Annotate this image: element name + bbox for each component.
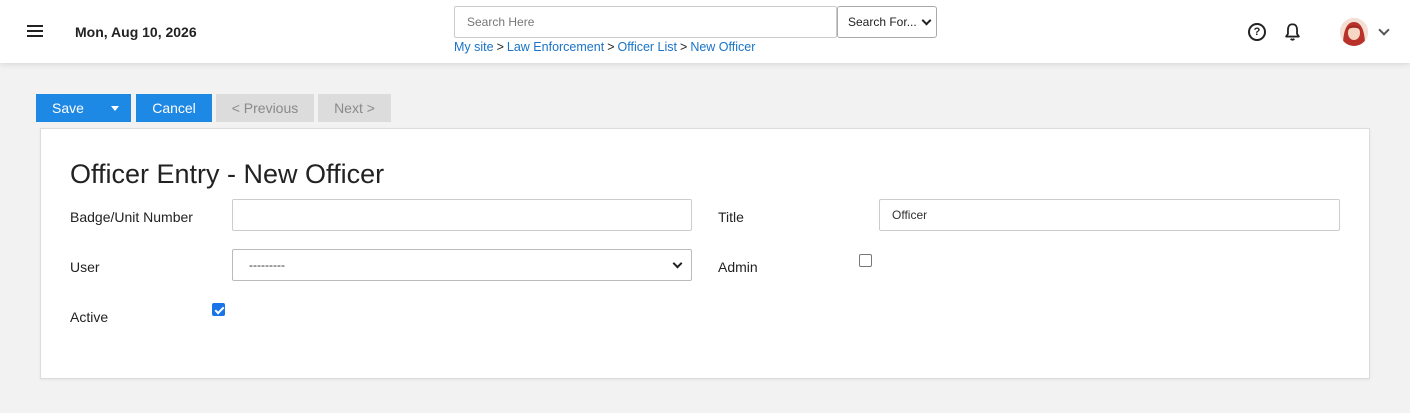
bell-icon[interactable] <box>1283 22 1302 42</box>
search-for-select[interactable]: Search For... <box>837 6 937 38</box>
user-select[interactable]: --------- <box>232 249 692 281</box>
active-label: Active <box>70 309 109 325</box>
admin-checkbox[interactable] <box>859 254 872 267</box>
admin-label: Admin <box>718 259 758 275</box>
avatar[interactable] <box>1340 18 1368 46</box>
breadcrumb-my-site[interactable]: My site <box>454 40 494 54</box>
chevron-down-icon <box>672 258 683 268</box>
active-checkbox[interactable] <box>212 303 225 316</box>
next-button[interactable]: Next > <box>318 94 391 122</box>
breadcrumb-separator: > <box>680 40 688 54</box>
breadcrumb-law-enforcement[interactable]: Law Enforcement <box>507 40 604 54</box>
title-input[interactable] <box>879 199 1340 231</box>
user-label: User <box>70 259 100 275</box>
breadcrumb-separator: > <box>496 40 504 54</box>
breadcrumb-officer-list[interactable]: Officer List <box>618 40 678 54</box>
user-select-value: --------- <box>249 258 285 272</box>
officer-form-card: Officer Entry - New Officer Badge/Unit N… <box>40 128 1370 379</box>
title-label: Title <box>718 209 744 225</box>
previous-button[interactable]: < Previous <box>216 94 314 122</box>
badge-label: Badge/Unit Number <box>70 209 193 225</box>
breadcrumb-new-officer[interactable]: New Officer <box>690 40 755 54</box>
save-options-button[interactable] <box>98 94 131 122</box>
breadcrumb: My site > Law Enforcement > Officer List > New… <box>454 40 755 54</box>
menu-icon[interactable] <box>26 22 46 40</box>
chevron-down-icon <box>921 15 932 25</box>
avatar-image <box>1340 18 1368 46</box>
search-input[interactable] <box>454 6 837 38</box>
search-for-value: Search For... <box>848 15 917 29</box>
page-title: Officer Entry - New Officer <box>70 159 385 189</box>
top-bar: Mon, Aug 10, 2026 Search For... My site>… <box>0 0 1410 63</box>
save-button[interactable]: Save <box>36 94 98 122</box>
caret-down-icon <box>110 105 119 111</box>
help-icon[interactable]: ? <box>1248 23 1266 41</box>
badge-number-input[interactable] <box>232 199 692 231</box>
chevron-down-icon[interactable] <box>1378 24 1390 36</box>
current-date: Mon, Aug 10, 2026 <box>75 24 197 40</box>
cancel-button[interactable]: Cancel <box>136 94 212 122</box>
breadcrumb-separator: > <box>607 40 615 54</box>
